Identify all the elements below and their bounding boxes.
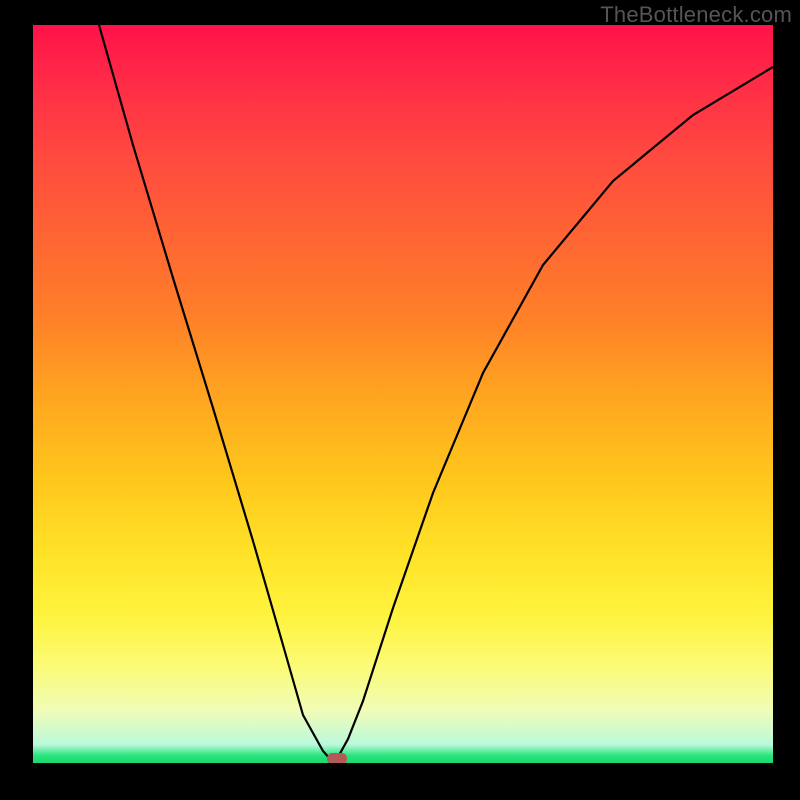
watermark-text: TheBottleneck.com [600, 2, 792, 28]
curve-path [99, 25, 773, 760]
bottleneck-curve [33, 25, 773, 763]
plot-area [33, 25, 773, 763]
optimal-point-marker [327, 753, 347, 763]
